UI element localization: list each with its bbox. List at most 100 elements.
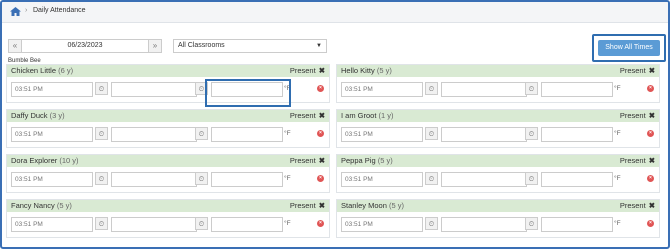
clock-icon[interactable]: ⏲	[425, 82, 438, 95]
time-out-input[interactable]	[441, 82, 527, 97]
chevron-down-icon: ▼	[316, 43, 322, 49]
delete-icon[interactable]: ×	[647, 175, 654, 182]
time-in-input[interactable]: 03:51 PM	[341, 127, 423, 142]
attendance-card: Stanley Moon (5 y) Present ✖ 03:51 PM ⏲ ⏲ °F ×	[336, 199, 660, 238]
status-badge[interactable]: Present ✖	[290, 155, 325, 167]
card-header: Chicken Little (6 y) Present ✖	[7, 65, 329, 77]
delete-icon[interactable]: ×	[647, 220, 654, 227]
time-in-input[interactable]: 03:51 PM	[11, 82, 93, 97]
delete-icon[interactable]: ×	[647, 85, 654, 92]
remove-status-icon[interactable]: ✖	[649, 201, 655, 210]
clock-icon[interactable]: ⏲	[525, 172, 538, 185]
temperature-input[interactable]	[541, 127, 613, 142]
delete-icon[interactable]: ×	[317, 85, 324, 92]
time-out-input[interactable]	[111, 217, 197, 232]
status-label: Present	[619, 111, 646, 120]
status-badge[interactable]: Present ✖	[620, 200, 655, 212]
temperature-unit: °F	[614, 85, 621, 92]
temperature-input[interactable]	[541, 172, 613, 187]
time-out-input[interactable]	[441, 172, 527, 187]
child-name-text: Daffy Duck	[11, 111, 48, 120]
remove-status-icon[interactable]: ✖	[319, 66, 325, 75]
status-badge[interactable]: Present ✖	[620, 65, 655, 77]
delete-icon[interactable]: ×	[647, 130, 654, 137]
next-day-button[interactable]: »	[148, 40, 161, 52]
temperature-unit: °F	[284, 220, 291, 227]
time-out-input[interactable]	[441, 217, 527, 232]
card-header: Fancy Nancy (5 y) Present ✖	[7, 200, 329, 212]
status-badge[interactable]: Present ✖	[290, 200, 325, 212]
status-badge[interactable]: Present ✖	[290, 110, 325, 122]
clock-icon[interactable]: ⏲	[195, 172, 208, 185]
remove-status-icon[interactable]: ✖	[319, 111, 325, 120]
clock-icon[interactable]: ⏲	[525, 217, 538, 230]
breadcrumb: › Daily Attendance	[2, 2, 668, 23]
status-badge[interactable]: Present ✖	[290, 65, 325, 77]
time-in-input[interactable]: 03:51 PM	[11, 127, 93, 142]
temperature-input[interactable]	[541, 217, 613, 232]
time-in-input[interactable]: 03:51 PM	[11, 172, 93, 187]
time-in-input[interactable]: 03:51 PM	[341, 217, 423, 232]
child-age: (5 y)	[56, 201, 72, 210]
clock-icon[interactable]: ⏲	[95, 172, 108, 185]
status-badge[interactable]: Present ✖	[620, 155, 655, 167]
clock-icon[interactable]: ⏲	[195, 217, 208, 230]
clock-icon[interactable]: ⏲	[425, 217, 438, 230]
clock-icon[interactable]: ⏲	[425, 172, 438, 185]
time-in-input[interactable]: 03:51 PM	[11, 217, 93, 232]
time-in-value: 03:51 PM	[345, 176, 373, 183]
time-out-input[interactable]	[111, 127, 197, 142]
attendance-card: Daffy Duck (3 y) Present ✖ 03:51 PM ⏲ ⏲ °F ×	[6, 109, 330, 148]
clock-icon[interactable]: ⏲	[95, 127, 108, 140]
show-all-times-button[interactable]: Show All Times	[598, 40, 660, 56]
child-age: (3 y)	[49, 111, 65, 120]
delete-icon[interactable]: ×	[317, 130, 324, 137]
status-label: Present	[289, 201, 316, 210]
child-age: (6 y)	[58, 66, 74, 75]
time-out-input[interactable]	[441, 127, 527, 142]
clock-icon[interactable]: ⏲	[95, 82, 108, 95]
delete-icon[interactable]: ×	[317, 220, 324, 227]
remove-status-icon[interactable]: ✖	[649, 156, 655, 165]
temperature-unit: °F	[614, 220, 621, 227]
card-header: I am Groot (1 y) Present ✖	[337, 110, 659, 122]
card-header: Dora Explorer (10 y) Present ✖	[7, 155, 329, 167]
child-name-text: Fancy Nancy	[11, 201, 55, 210]
time-out-input[interactable]	[111, 172, 197, 187]
child-name: Peppa Pig (5 y)	[341, 155, 393, 167]
child-name-text: Peppa Pig	[341, 156, 376, 165]
show-all-times-highlight: Show All Times	[592, 34, 666, 62]
temperature-input[interactable]	[211, 217, 283, 232]
home-icon[interactable]	[10, 7, 21, 16]
remove-status-icon[interactable]: ✖	[319, 156, 325, 165]
remove-status-icon[interactable]: ✖	[649, 66, 655, 75]
breadcrumb-separator-icon: ›	[25, 7, 28, 14]
remove-status-icon[interactable]: ✖	[319, 201, 325, 210]
clock-icon[interactable]: ⏲	[525, 82, 538, 95]
status-label: Present	[619, 201, 646, 210]
date-picker[interactable]: « 06/23/2023 »	[8, 39, 162, 53]
clock-icon[interactable]: ⏲	[95, 217, 108, 230]
remove-status-icon[interactable]: ✖	[649, 111, 655, 120]
status-label: Present	[619, 156, 646, 165]
card-header: Stanley Moon (5 y) Present ✖	[337, 200, 659, 212]
date-input[interactable]: 06/23/2023	[21, 40, 149, 52]
child-name-text: Chicken Little	[11, 66, 57, 75]
child-age: (10 y)	[59, 156, 79, 165]
child-name: Chicken Little (6 y)	[11, 65, 73, 77]
child-name-text: Dora Explorer	[11, 156, 58, 165]
status-badge[interactable]: Present ✖	[620, 110, 655, 122]
time-in-input[interactable]: 03:51 PM	[341, 172, 423, 187]
time-in-input[interactable]: 03:51 PM	[341, 82, 423, 97]
time-out-input[interactable]	[111, 82, 197, 97]
status-label: Present	[289, 111, 316, 120]
card-header: Daffy Duck (3 y) Present ✖	[7, 110, 329, 122]
delete-icon[interactable]: ×	[317, 175, 324, 182]
temperature-input[interactable]	[211, 172, 283, 187]
temperature-input[interactable]	[541, 82, 613, 97]
clock-icon[interactable]: ⏲	[425, 127, 438, 140]
clock-icon[interactable]: ⏲	[195, 127, 208, 140]
temperature-input[interactable]	[211, 127, 283, 142]
classroom-select[interactable]: All Classrooms ▼	[173, 39, 327, 53]
clock-icon[interactable]: ⏲	[525, 127, 538, 140]
